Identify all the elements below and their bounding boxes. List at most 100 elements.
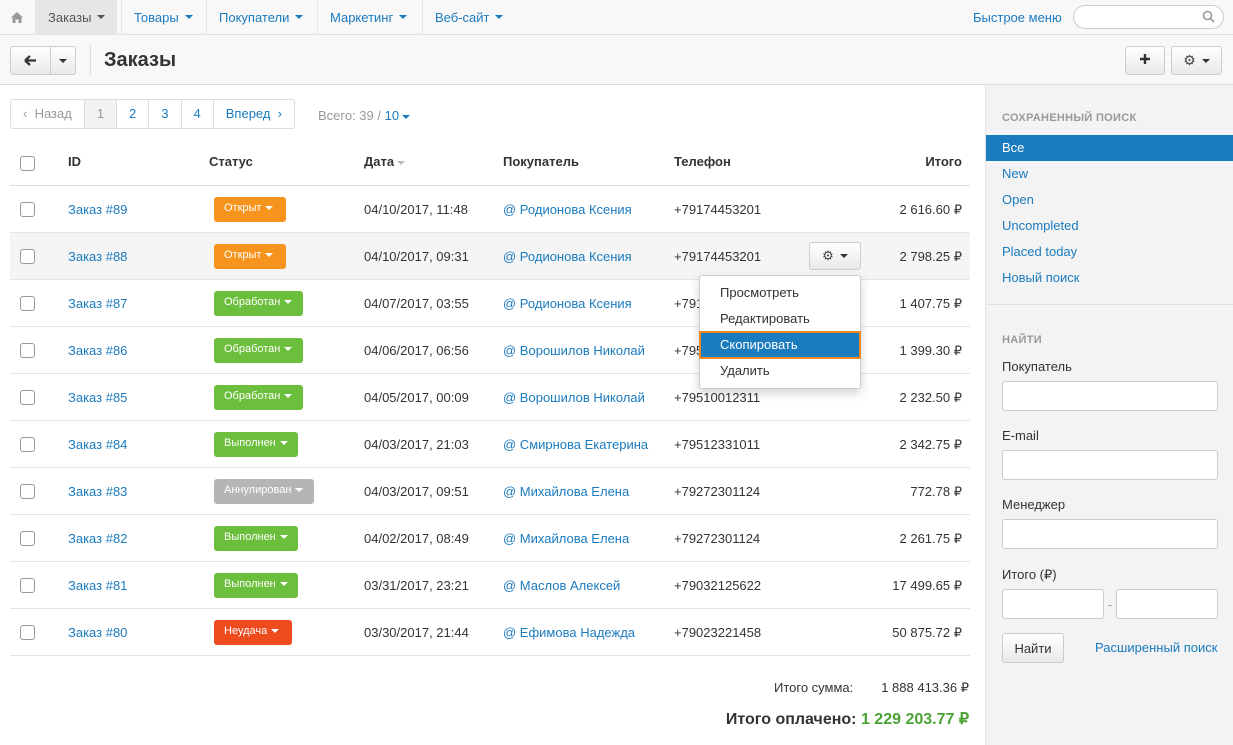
customer-link[interactable]: @ Смирнова Екатерина [503, 437, 648, 452]
saved-search-new[interactable]: New [986, 161, 1233, 187]
order-id-link[interactable]: Заказ #81 [68, 578, 127, 593]
status-badge[interactable]: Обработан [214, 385, 303, 410]
row-checkbox[interactable] [20, 531, 35, 546]
nav-website[interactable]: Веб-сайт [422, 0, 515, 34]
table-row[interactable]: Заказ #82 Выполнен 04/02/2017, 08:49 @ Миха… [10, 515, 970, 562]
pagination-page-3[interactable]: 3 [148, 100, 180, 128]
order-total: 2 342.75 ₽ [899, 437, 963, 452]
advanced-search-link[interactable]: Расширенный поиск [1095, 640, 1217, 655]
status-badge[interactable]: Аннулирован [214, 479, 314, 504]
order-id-link[interactable]: Заказ #83 [68, 484, 127, 499]
pagination-page-1[interactable]: 1 [83, 100, 117, 128]
home-icon[interactable] [0, 0, 34, 34]
customer-link[interactable]: @ Михайлова Елена [503, 484, 629, 499]
status-badge[interactable]: Обработан [214, 291, 303, 316]
saved-search-open[interactable]: Open [986, 187, 1233, 213]
status-badge[interactable]: Открыт [214, 197, 286, 222]
pagination-prev[interactable]: ‹ Назад [11, 100, 84, 128]
column-phone[interactable]: Телефон [674, 154, 731, 169]
total-from-field[interactable] [1002, 589, 1104, 619]
customer-phone: +79174453201 [674, 249, 762, 264]
status-label: Открыт [224, 202, 262, 214]
paid-value: 1 229 203.77 ₽ [860, 711, 969, 728]
order-id-link[interactable]: Заказ #80 [68, 625, 127, 640]
column-date[interactable]: Дата [364, 154, 406, 169]
orders-table-header: ID Статус Дата Покупатель Телефон Итого [10, 140, 970, 186]
row-checkbox[interactable] [20, 202, 35, 217]
status-badge[interactable]: Обработан [214, 338, 303, 363]
select-all-checkbox[interactable] [20, 156, 35, 171]
table-row[interactable]: Заказ #80 Неудача 03/30/2017, 21:44 @ Ефимо… [10, 609, 970, 656]
pagination-next[interactable]: Вперед › [212, 100, 294, 128]
table-row[interactable]: Заказ #81 Выполнен 03/31/2017, 23:21 @ Масл… [10, 562, 970, 609]
customer-link[interactable]: @ Ворошилов Николай [503, 343, 645, 358]
column-id[interactable]: ID [68, 154, 81, 169]
order-id-link[interactable]: Заказ #86 [68, 343, 127, 358]
saved-search-new-search[interactable]: Новый поиск [986, 265, 1233, 291]
global-search-input[interactable] [1073, 5, 1224, 29]
order-id-link[interactable]: Заказ #87 [68, 296, 127, 311]
order-id-link[interactable]: Заказ #84 [68, 437, 127, 452]
customer-link[interactable]: @ Ефимова Надежда [503, 625, 635, 640]
manager-field[interactable] [1002, 519, 1218, 549]
row-checkbox[interactable] [20, 390, 35, 405]
customer-link[interactable]: @ Маслов Алексей [503, 578, 620, 593]
order-id-link[interactable]: Заказ #89 [68, 202, 127, 217]
total-to-field[interactable] [1116, 589, 1218, 619]
table-row[interactable]: Заказ #83 Аннулирован 04/03/2017, 09:51 @ М… [10, 468, 970, 515]
status-badge[interactable]: Выполнен [214, 526, 298, 551]
table-row[interactable]: Заказ #88 Открыт 04/10/2017, 09:31 @ Родион… [10, 233, 970, 280]
menu-item-copy[interactable]: Скопировать [699, 331, 861, 359]
back-arrow-icon[interactable] [11, 47, 51, 74]
menu-item-delete[interactable]: Удалить [700, 358, 860, 384]
nav-orders[interactable]: Заказы [35, 0, 118, 34]
column-total[interactable]: Итого [925, 154, 962, 169]
menu-item-view[interactable]: Просмотреть [700, 280, 860, 306]
table-row[interactable]: Заказ #84 Выполнен 04/03/2017, 21:03 @ Смир… [10, 421, 970, 468]
customer-link[interactable]: @ Ворошилов Николай [503, 390, 645, 405]
row-actions-button[interactable]: ⚙ [809, 242, 861, 270]
customer-link[interactable]: @ Родионова Ксения [503, 249, 632, 264]
customer-link[interactable]: @ Михайлова Елена [503, 531, 629, 546]
pagination-page-2[interactable]: 2 [116, 100, 148, 128]
status-badge[interactable]: Выполнен [214, 573, 298, 598]
quick-menu-link[interactable]: Быстрое меню [973, 10, 1062, 25]
pagination-page-4[interactable]: 4 [180, 100, 213, 128]
row-checkbox[interactable] [20, 296, 35, 311]
manager-field-label: Менеджер [1002, 497, 1066, 512]
row-checkbox[interactable] [20, 437, 35, 452]
order-id-link[interactable]: Заказ #85 [68, 390, 127, 405]
row-checkbox[interactable] [20, 625, 35, 640]
menu-item-edit[interactable]: Редактировать [700, 306, 860, 332]
chevron-down-icon [184, 15, 193, 19]
order-id-link[interactable]: Заказ #88 [68, 249, 127, 264]
range-separator: - [1108, 597, 1113, 612]
row-checkbox[interactable] [20, 484, 35, 499]
order-id-link[interactable]: Заказ #82 [68, 531, 127, 546]
per-page-select[interactable]: 10 [385, 108, 411, 123]
column-customer[interactable]: Покупатель [503, 154, 579, 169]
row-checkbox[interactable] [20, 343, 35, 358]
column-status[interactable]: Статус [209, 154, 253, 169]
status-badge[interactable]: Неудача [214, 620, 292, 645]
nav-products[interactable]: Товары [121, 0, 205, 34]
saved-search-uncompleted[interactable]: Uncompleted [986, 213, 1233, 239]
table-row[interactable]: Заказ #89 Открыт 04/10/2017, 11:48 @ Родион… [10, 186, 970, 233]
customer-link[interactable]: @ Родионова Ксения [503, 202, 632, 217]
nav-marketing[interactable]: Маркетинг [317, 0, 419, 34]
customer-field[interactable] [1002, 381, 1218, 411]
saved-search-all[interactable]: Все [986, 135, 1233, 161]
nav-customers[interactable]: Покупатели [206, 0, 315, 34]
status-badge[interactable]: Открыт [214, 244, 286, 269]
find-button[interactable]: Найти [1002, 633, 1064, 663]
settings-button[interactable]: ⚙ [1171, 46, 1222, 75]
add-order-button[interactable] [1125, 46, 1165, 75]
email-field[interactable] [1002, 450, 1218, 480]
customer-link[interactable]: @ Родионова Ксения [503, 296, 632, 311]
status-badge[interactable]: Выполнен [214, 432, 298, 457]
back-menu-toggle[interactable] [51, 58, 75, 63]
row-checkbox[interactable] [20, 249, 35, 264]
order-date: 04/05/2017, 00:09 [364, 390, 469, 405]
saved-search-placed-today[interactable]: Placed today [986, 239, 1233, 265]
row-checkbox[interactable] [20, 578, 35, 593]
